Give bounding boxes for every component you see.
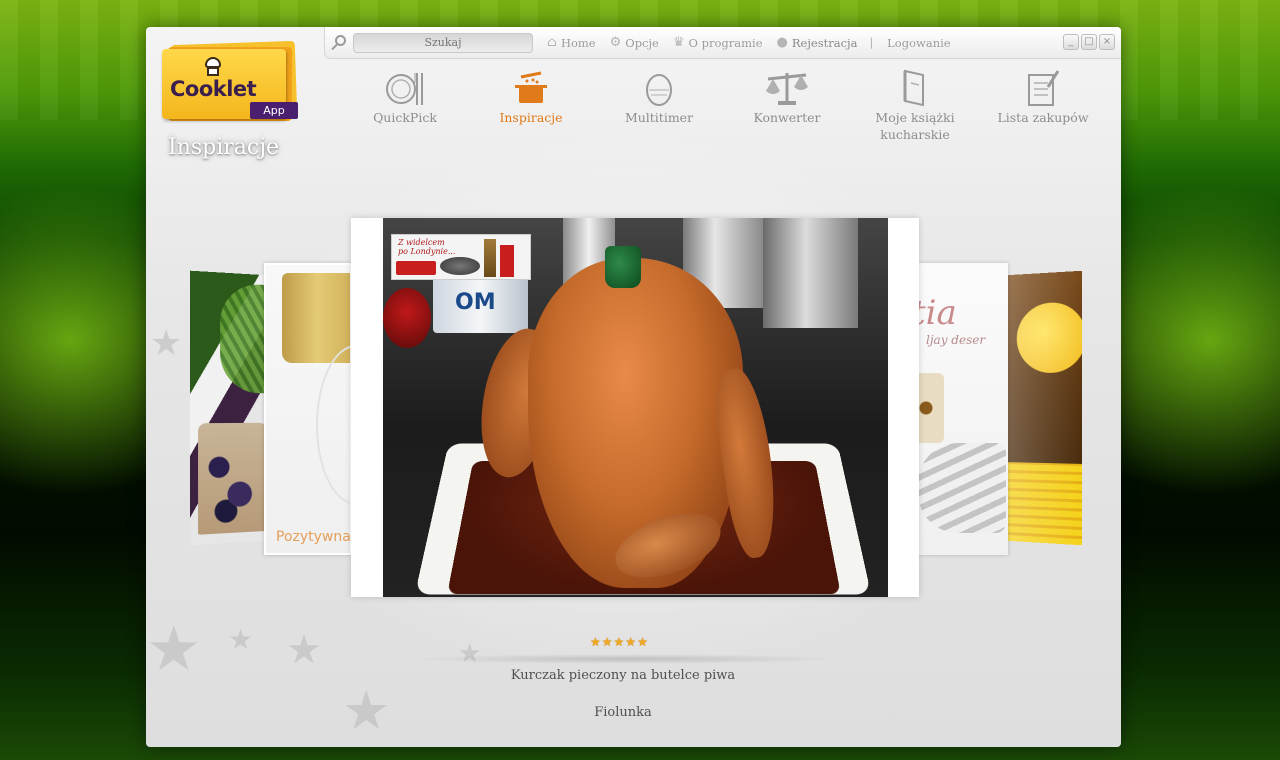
star-decoration: ★ [150, 323, 183, 364]
nav-label: Inspiracje [499, 110, 563, 125]
recipe-title[interactable]: Kurczak pieczony na butelce piwa [446, 668, 800, 683]
section-title: Inspiracje [168, 135, 280, 160]
register-link[interactable]: ● Rejestracja [777, 35, 858, 50]
options-link[interactable]: ⚙ Opcje [610, 35, 659, 50]
search-area [331, 32, 533, 53]
featured-recipe-card[interactable]: OM Z widelcem po Londynie... [351, 218, 919, 597]
card-subtitle-fragment: ljay deser [926, 333, 986, 347]
main-nav: QuickPick Inspiracje Multitimer Konwerte… [341, 67, 1111, 147]
carousel-card-right[interactable]: tia ljay deser [918, 263, 1008, 555]
search-icon[interactable] [331, 34, 349, 52]
user-icon: ● [776, 35, 788, 50]
register-label: Rejestracja [791, 35, 858, 50]
home-label: Home [560, 35, 596, 50]
nav-label: Moje książki kucharskie [875, 110, 955, 142]
divider [416, 654, 836, 664]
star-decoration: ★ [228, 623, 254, 656]
about-label: O programie [688, 35, 763, 50]
mug-text: OM [455, 290, 496, 315]
app-window: ⌂ Home ⚙ Opcje ♛ O programie ● Rejestrac… [146, 27, 1121, 747]
nav-label: Lista zakupów [997, 110, 1089, 125]
logo-app-badge: App [250, 102, 298, 119]
star-decoration: ★ [342, 679, 391, 742]
nav-moje-ksiazki[interactable]: Moje książki kucharskie [851, 67, 979, 143]
badge-line-2: po Londynie... [398, 247, 456, 256]
carousel-card-right-far[interactable] [1007, 270, 1083, 546]
close-button[interactable]: × [1099, 34, 1115, 50]
shopping-list-icon [1028, 70, 1060, 106]
home-link[interactable]: ⌂ Home [547, 35, 596, 50]
photo-watermark-badge: Z widelcem po Londynie... [391, 234, 531, 280]
about-link[interactable]: ♛ O programie [673, 35, 763, 50]
login-link[interactable]: Logowanie [887, 36, 950, 50]
nav-quickpick[interactable]: QuickPick [341, 67, 469, 126]
nav-konwerter[interactable]: Konwerter [723, 67, 851, 126]
maximize-button[interactable]: □ [1081, 34, 1097, 50]
rating-stars: ★ ★ ★ ★ ★ [590, 636, 648, 648]
gears-icon: ⚙ [609, 35, 622, 50]
nav-lista-zakupow[interactable]: Lista zakupów [979, 67, 1107, 126]
plate-fork-knife-icon [386, 73, 423, 105]
star-decoration: ★ [146, 612, 202, 685]
nav-label: QuickPick [373, 110, 437, 125]
star-icon: ★ [601, 635, 613, 649]
egg-timer-icon [646, 74, 672, 106]
chef-hat-icon: ♛ [672, 35, 685, 50]
options-label: Opcje [625, 35, 659, 50]
home-icon: ⌂ [547, 35, 557, 50]
badge-line-1: Z widelcem [398, 238, 445, 247]
top-toolbar: ⌂ Home ⚙ Opcje ♛ O programie ● Rejestrac… [324, 27, 1121, 59]
recipe-photo[interactable]: OM Z widelcem po Londynie... [383, 218, 888, 597]
cooking-pot-icon [515, 71, 547, 103]
nav-label: Konwerter [753, 110, 821, 125]
star-icon: ★ [613, 635, 625, 649]
star-icon: ★ [637, 635, 648, 649]
logo-word: Cooklet [170, 77, 257, 101]
window-controls: _ □ × [1063, 34, 1115, 50]
scales-icon [766, 73, 808, 105]
carousel-card-left[interactable]: Pozytywna [264, 263, 352, 555]
card-signature: Pozytywna [276, 529, 351, 545]
carousel-card-left-far[interactable] [189, 270, 267, 546]
chef-hat-logo-icon [204, 57, 222, 77]
star-icon: ★ [625, 635, 637, 649]
nav-label: Multitimer [624, 110, 694, 125]
card-title-fragment: tia [918, 293, 957, 333]
toolbar-separator: | [869, 36, 874, 49]
recipe-author[interactable]: Fiolunka [446, 705, 800, 720]
cooklet-logo[interactable]: Cooklet App [162, 40, 298, 123]
cookbook-icon [903, 69, 924, 107]
nav-inspiracje[interactable]: Inspiracje [467, 67, 595, 126]
star-decoration: ★ [286, 627, 322, 673]
nav-multitimer[interactable]: Multitimer [595, 67, 723, 126]
star-icon: ★ [590, 635, 601, 649]
login-label: Logowanie [887, 35, 951, 50]
search-input[interactable] [353, 32, 533, 53]
minimize-button[interactable]: _ [1063, 34, 1079, 50]
